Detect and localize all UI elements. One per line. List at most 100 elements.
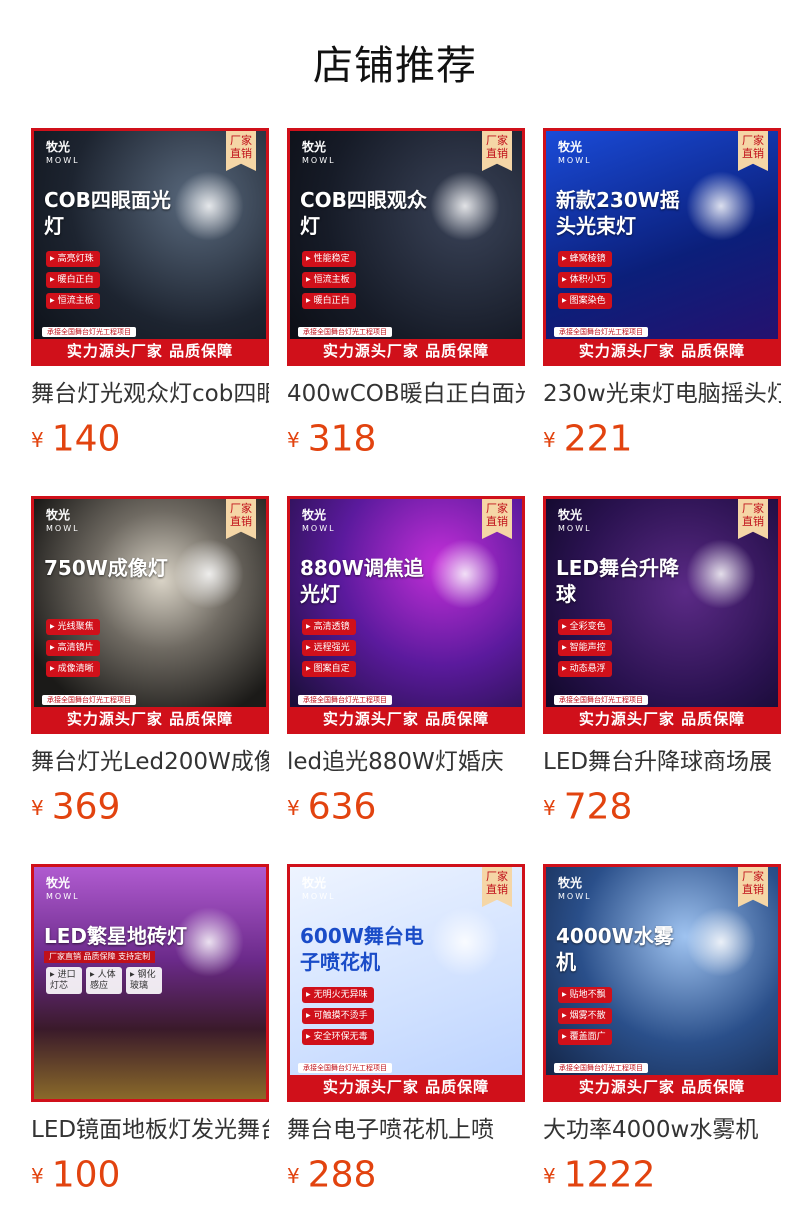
- price-value: 728: [563, 786, 633, 828]
- product-card[interactable]: 牧光MOWL 厂家直销 750W成像灯 光线聚焦高清镜片成像清晰 承接全国舞台灯…: [31, 496, 269, 831]
- price-value: 288: [307, 1154, 377, 1196]
- feature-tag: 远程强光: [302, 640, 356, 656]
- project-note: 承接全国舞台灯光工程项目: [42, 695, 136, 705]
- direct-sale-ribbon: 厂家直销: [738, 131, 768, 171]
- product-price: ¥1222: [543, 1152, 655, 1198]
- slogan-bar: 实力源头厂家 品质保障: [34, 339, 266, 363]
- banner-headline: 4000W水雾机: [556, 924, 674, 974]
- currency-symbol: ¥: [543, 427, 556, 452]
- product-card[interactable]: 牧光MOWL LED繁星地砖灯 厂家直销 品质保障 支持定制 进口灯芯人体感应钢…: [31, 864, 269, 1199]
- price-value: 100: [51, 1154, 121, 1196]
- banner-headline: LED繁星地砖灯: [44, 924, 188, 948]
- light-glow: [174, 539, 244, 609]
- currency-symbol: ¥: [287, 1163, 300, 1188]
- feature-tags: 蜂窝棱镜体积小巧图案染色: [558, 251, 612, 314]
- direct-sale-ribbon: 厂家直销: [482, 499, 512, 539]
- product-image[interactable]: 牧光MOWL 厂家直销 750W成像灯 光线聚焦高清镜片成像清晰 承接全国舞台灯…: [31, 496, 269, 734]
- slogan-bar: 实力源头厂家 品质保障: [290, 339, 522, 363]
- product-name[interactable]: 舞台电子喷花机上喷: [287, 1112, 525, 1148]
- light-glow: [686, 907, 756, 977]
- feature-tag: 图案染色: [558, 293, 612, 309]
- feature-tag: 无明火无异味: [302, 987, 374, 1003]
- product-name[interactable]: LED镜面地板灯发光舞台: [31, 1112, 269, 1148]
- feature-tag: 恒流主板: [46, 293, 100, 309]
- feature-tag: 全彩变色: [558, 619, 612, 635]
- light-glow: [174, 171, 244, 241]
- product-card[interactable]: 牧光MOWL 厂家直销 LED舞台升降球 全彩变色智能声控动态悬浮 承接全国舞台…: [543, 496, 781, 831]
- banner-headline: 880W调焦追光灯: [300, 556, 424, 606]
- banner-headline: COB四眼观众灯: [300, 188, 427, 238]
- direct-sale-ribbon: 厂家直销: [482, 867, 512, 907]
- product-price: ¥288: [287, 1152, 376, 1198]
- product-name[interactable]: 230w光束灯电脑摇头灯: [543, 376, 781, 412]
- feature-tag: 体积小巧: [558, 272, 612, 288]
- product-card[interactable]: 牧光MOWL 厂家直销 4000W水雾机 贴地不飘烟雾不散覆盖面广 承接全国舞台…: [543, 864, 781, 1199]
- product-price: ¥318: [287, 416, 376, 462]
- product-price: ¥100: [31, 1152, 120, 1198]
- light-glow: [430, 539, 500, 609]
- product-image[interactable]: 牧光MOWL 厂家直销 4000W水雾机 贴地不飘烟雾不散覆盖面广 承接全国舞台…: [543, 864, 781, 1102]
- product-image[interactable]: 牧光MOWL 厂家直销 600W舞台电子喷花机 无明火无异味可触摸不烫手安全环保…: [287, 864, 525, 1102]
- feature-tags: 光线聚焦高清镜片成像清晰: [46, 619, 100, 682]
- price-value: 140: [51, 418, 121, 460]
- price-value: 369: [51, 786, 121, 828]
- feature-tag: 高清镜片: [46, 640, 100, 656]
- feature-tag: 覆盖面广: [558, 1029, 612, 1045]
- slogan-bar: 实力源头厂家 品质保障: [290, 1075, 522, 1099]
- product-image[interactable]: 牧光MOWL 厂家直销 COB四眼面光灯 高亮灯珠暖白正白恒流主板 承接全国舞台…: [31, 128, 269, 366]
- product-name[interactable]: led追光880W灯婚庆: [287, 744, 525, 780]
- product-price: ¥369: [31, 784, 120, 830]
- feature-tag: 人体感应: [86, 967, 122, 994]
- currency-symbol: ¥: [31, 1163, 44, 1188]
- slogan-bar: 实力源头厂家 品质保障: [546, 339, 778, 363]
- brand-logo: 牧光 MOWL: [558, 140, 592, 166]
- product-card[interactable]: 牧光MOWL 厂家直销 COB四眼观众灯 性能稳定恒流主板暖白正白 承接全国舞台…: [287, 128, 525, 463]
- product-price: ¥636: [287, 784, 376, 830]
- product-name[interactable]: 400wCOB暖白正白面光灯: [287, 376, 525, 412]
- price-value: 636: [307, 786, 377, 828]
- feature-tag: 恒流主板: [302, 272, 356, 288]
- product-name[interactable]: LED舞台升降球商场展: [543, 744, 781, 780]
- product-image[interactable]: 牧光MOWL LED繁星地砖灯 厂家直销 品质保障 支持定制 进口灯芯人体感应钢…: [31, 864, 269, 1102]
- feature-tag: 暖白正白: [46, 272, 100, 288]
- feature-tag: 高亮灯珠: [46, 251, 100, 267]
- light-glow: [430, 907, 500, 977]
- product-name[interactable]: 大功率4000w水雾机: [543, 1112, 781, 1148]
- feature-tag: 动态悬浮: [558, 661, 612, 677]
- product-card[interactable]: 牧光MOWL 厂家直销 COB四眼面光灯 高亮灯珠暖白正白恒流主板 承接全国舞台…: [31, 128, 269, 463]
- currency-symbol: ¥: [543, 795, 556, 820]
- product-name[interactable]: 舞台灯光Led200W成像灯: [31, 744, 269, 780]
- product-price: ¥728: [543, 784, 632, 830]
- light-glow: [686, 171, 756, 241]
- feature-tag: 图案自定: [302, 661, 356, 677]
- product-image[interactable]: 牧光MOWL 厂家直销 LED舞台升降球 全彩变色智能声控动态悬浮 承接全国舞台…: [543, 496, 781, 734]
- direct-sale-ribbon: 厂家直销: [738, 499, 768, 539]
- feature-tag: 成像清晰: [46, 661, 100, 677]
- direct-sale-ribbon: 厂家直销: [482, 131, 512, 171]
- slogan-bar: 实力源头厂家 品质保障: [546, 707, 778, 731]
- feature-tag: 蜂窝棱镜: [558, 251, 612, 267]
- product-name[interactable]: 舞台灯光观众灯cob四眼面光灯: [31, 376, 269, 412]
- product-card[interactable]: 牧光MOWL 厂家直销 新款230W摇头光束灯 蜂窝棱镜体积小巧图案染色 承接全…: [543, 128, 781, 463]
- slogan-bar: 实力源头厂家 品质保障: [546, 1075, 778, 1099]
- project-note: 承接全国舞台灯光工程项目: [298, 695, 392, 705]
- currency-symbol: ¥: [31, 427, 44, 452]
- project-note: 承接全国舞台灯光工程项目: [298, 327, 392, 337]
- project-note: 承接全国舞台灯光工程项目: [554, 695, 648, 705]
- brand-logo: 牧光 MOWL: [558, 508, 592, 534]
- product-image[interactable]: 牧光MOWL 厂家直销 COB四眼观众灯 性能稳定恒流主板暖白正白 承接全国舞台…: [287, 128, 525, 366]
- slogan-bar: 实力源头厂家 品质保障: [290, 707, 522, 731]
- direct-sale-ribbon: 厂家直销: [738, 867, 768, 907]
- project-note: 承接全国舞台灯光工程项目: [554, 1063, 648, 1073]
- feature-tag: 钢化玻璃: [126, 967, 162, 994]
- product-image[interactable]: 牧光MOWL 厂家直销 880W调焦追光灯 高清透镜远程强光图案自定 承接全国舞…: [287, 496, 525, 734]
- brand-logo: 牧光 MOWL: [302, 140, 336, 166]
- product-image[interactable]: 牧光MOWL 厂家直销 新款230W摇头光束灯 蜂窝棱镜体积小巧图案染色 承接全…: [543, 128, 781, 366]
- product-card[interactable]: 牧光MOWL 厂家直销 600W舞台电子喷花机 无明火无异味可触摸不烫手安全环保…: [287, 864, 525, 1199]
- feature-tags: 无明火无异味可触摸不烫手安全环保无毒: [302, 987, 374, 1050]
- banner-headline: 新款230W摇头光束灯: [556, 188, 680, 238]
- feature-tag: 烟雾不散: [558, 1008, 612, 1024]
- price-value: 221: [563, 418, 633, 460]
- product-card[interactable]: 牧光MOWL 厂家直销 880W调焦追光灯 高清透镜远程强光图案自定 承接全国舞…: [287, 496, 525, 831]
- feature-tag: 进口灯芯: [46, 967, 82, 994]
